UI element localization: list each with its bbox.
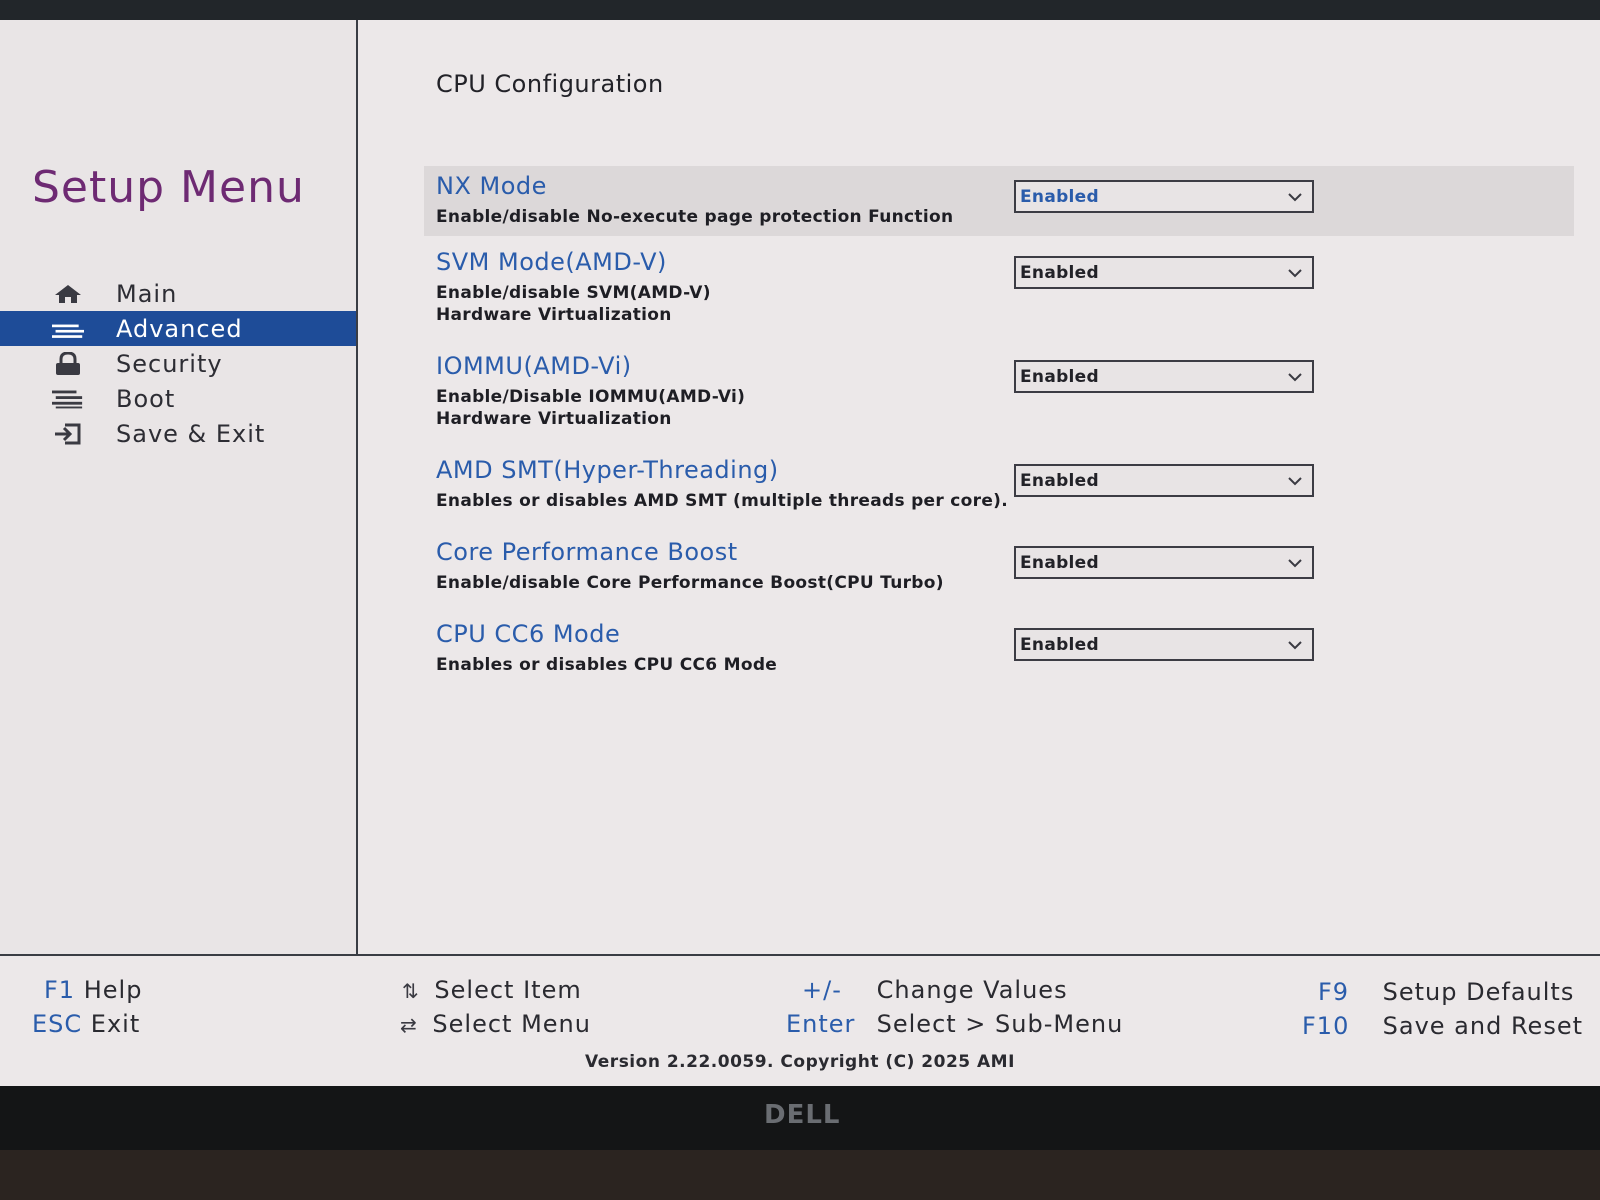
bios-screen: Setup Menu Main Advanced Security Boot S…: [0, 20, 1600, 1086]
chevron-down-icon: [1288, 640, 1302, 649]
dropdown-value: Enabled: [1020, 470, 1099, 491]
hint-key: +/-: [802, 976, 842, 1004]
cpu-cc6-mode-dropdown[interactable]: Enabled: [1014, 628, 1314, 661]
nx-mode-dropdown[interactable]: Enabled: [1014, 180, 1314, 213]
boot-icon: [52, 387, 84, 411]
main-panel: CPU Configuration NX Mode Enable/disable…: [358, 20, 1600, 954]
chevron-down-icon: [1288, 372, 1302, 381]
dell-logo: DELL: [764, 1100, 841, 1130]
monitor-bezel-top: [0, 0, 1600, 20]
sidebar: Setup Menu Main Advanced Security Boot S…: [0, 20, 358, 954]
advanced-icon: [52, 317, 84, 341]
iommu-dropdown[interactable]: Enabled: [1014, 360, 1314, 393]
left-right-arrows-icon: ⇄: [400, 1013, 418, 1037]
up-down-arrows-icon: ⇅: [402, 979, 420, 1003]
hint-key: Enter: [786, 1010, 856, 1038]
change-values-hint: +/- Change Values: [802, 976, 1068, 1004]
sub-menu-hint: Enter Select > Sub-Menu: [786, 1010, 1123, 1038]
settings-list: NX Mode Enable/disable No-execute page p…: [424, 166, 1574, 684]
svm-mode-dropdown[interactable]: Enabled: [1014, 256, 1314, 289]
help-hint: F1 Help: [44, 976, 142, 1004]
page-title: CPU Configuration: [436, 70, 664, 98]
setting-nx-mode[interactable]: NX Mode Enable/disable No-execute page p…: [424, 166, 1574, 236]
setting-description: Enable/Disable IOMMU(AMD-Vi) Hardware Vi…: [436, 387, 746, 429]
setting-description: Enables or disables AMD SMT (multiple th…: [436, 491, 1008, 511]
hint-label: Save and Reset: [1382, 1012, 1584, 1040]
setting-description: Enable/disable SVM(AMD-V) Hardware Virtu…: [436, 283, 711, 325]
sidebar-item-main[interactable]: Main: [0, 276, 356, 311]
select-item-hint: ⇅ Select Item: [402, 976, 582, 1004]
lock-icon: [52, 351, 84, 376]
sidebar-item-label: Save & Exit: [116, 419, 266, 448]
sidebar-item-boot[interactable]: Boot: [0, 381, 356, 416]
hint-label: Help: [83, 976, 143, 1004]
chevron-down-icon: [1288, 192, 1302, 201]
setting-description: Enable/disable Core Performance Boost(CP…: [436, 573, 944, 593]
setting-core-performance-boost[interactable]: Core Performance Boost Enable/disable Co…: [424, 532, 1574, 602]
setting-description: Enable/disable No-execute page protectio…: [436, 207, 954, 227]
setting-name: SVM Mode(AMD-V): [436, 248, 667, 276]
sidebar-item-label: Boot: [116, 384, 176, 413]
version-text: Version 2.22.0059. Copyright (C) 2025 AM…: [585, 1052, 1015, 1072]
exit-icon: [52, 422, 84, 446]
home-icon: [52, 282, 84, 306]
chevron-down-icon: [1288, 268, 1302, 277]
setting-name: CPU CC6 Mode: [436, 620, 621, 648]
chevron-down-icon: [1288, 476, 1302, 485]
dropdown-value: Enabled: [1020, 366, 1099, 387]
setting-name: NX Mode: [436, 172, 547, 200]
desk-background: [0, 1150, 1600, 1200]
hint-label: Select Item: [434, 976, 582, 1004]
sidebar-item-label: Security: [116, 349, 223, 378]
dropdown-value: Enabled: [1020, 186, 1099, 207]
setting-svm-mode[interactable]: SVM Mode(AMD-V) Enable/disable SVM(AMD-V…: [424, 242, 1574, 334]
setting-name: Core Performance Boost: [436, 538, 738, 566]
setting-name: IOMMU(AMD-Vi): [436, 352, 632, 380]
setting-iommu[interactable]: IOMMU(AMD-Vi) Enable/Disable IOMMU(AMD-V…: [424, 346, 1574, 438]
sidebar-nav: Main Advanced Security Boot Save & Exit: [0, 276, 356, 451]
exit-hint: ESC Exit: [32, 1010, 140, 1038]
select-menu-hint: ⇄ Select Menu: [400, 1010, 591, 1038]
setting-name: AMD SMT(Hyper-Threading): [436, 456, 779, 484]
hint-key: ESC: [32, 1010, 83, 1038]
sidebar-item-label: Main: [116, 279, 178, 308]
hint-key: F9: [1318, 978, 1350, 1006]
sidebar-item-label: Advanced: [116, 314, 243, 343]
setting-amd-smt[interactable]: AMD SMT(Hyper-Threading) Enables or disa…: [424, 450, 1574, 520]
setup-menu-title: Setup Menu: [32, 162, 305, 213]
core-performance-boost-dropdown[interactable]: Enabled: [1014, 546, 1314, 579]
dropdown-value: Enabled: [1020, 262, 1099, 283]
chevron-down-icon: [1288, 558, 1302, 567]
sidebar-item-save-exit[interactable]: Save & Exit: [0, 416, 356, 451]
hint-label: Change Values: [876, 976, 1068, 1004]
dropdown-value: Enabled: [1020, 552, 1099, 573]
hint-label: Select > Sub-Menu: [876, 1010, 1124, 1038]
hint-label: Select Menu: [432, 1010, 591, 1038]
hint-label: Exit: [90, 1010, 141, 1038]
sidebar-item-advanced[interactable]: Advanced: [0, 311, 356, 346]
save-reset-hint: F10 Save and Reset: [1302, 1012, 1583, 1040]
amd-smt-dropdown[interactable]: Enabled: [1014, 464, 1314, 497]
footer-help-bar: F1 Help ESC Exit ⇅ Select Item ⇄ Select …: [0, 954, 1600, 1086]
dropdown-value: Enabled: [1020, 634, 1099, 655]
setting-description: Enables or disables CPU CC6 Mode: [436, 655, 778, 675]
hint-key: F1: [44, 976, 76, 1004]
hint-key: F10: [1302, 1012, 1350, 1040]
setup-defaults-hint: F9 Setup Defaults: [1318, 978, 1574, 1006]
setting-cpu-cc6-mode[interactable]: CPU CC6 Mode Enables or disables CPU CC6…: [424, 614, 1574, 684]
sidebar-item-security[interactable]: Security: [0, 346, 356, 381]
hint-label: Setup Defaults: [1382, 978, 1575, 1006]
